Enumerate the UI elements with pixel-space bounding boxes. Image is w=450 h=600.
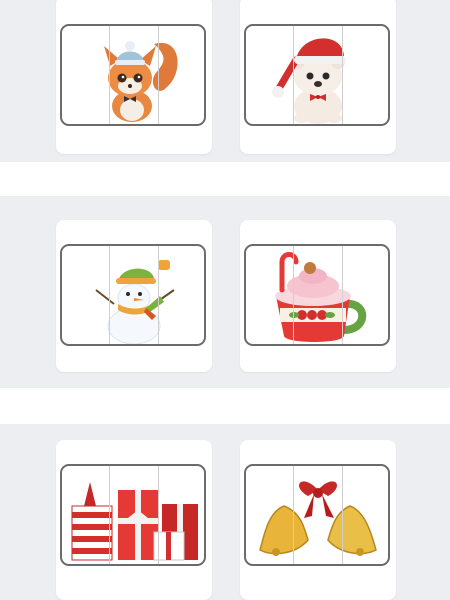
- puzzle-image-frame: [60, 244, 206, 346]
- santa-bear-icon: [272, 38, 346, 124]
- puzzle-card-santa-bear[interactable]: [240, 0, 396, 154]
- puzzle-divider: [109, 246, 110, 344]
- snowman-icon: [95, 260, 175, 344]
- puzzle-image-frame: [244, 464, 390, 566]
- puzzle-divider: [293, 246, 294, 344]
- puzzle-divider: [342, 466, 343, 564]
- puzzle-divider: [109, 466, 110, 564]
- puzzle-card-gift-boxes[interactable]: [56, 440, 212, 600]
- squirrel-icon: [104, 41, 178, 122]
- puzzle-divider: [158, 246, 159, 344]
- puzzle-card-cocoa-mug[interactable]: [240, 220, 396, 372]
- puzzle-card-squirrel[interactable]: [56, 0, 212, 154]
- puzzle-divider: [158, 466, 159, 564]
- puzzle-image-frame: [244, 24, 390, 126]
- puzzle-divider: [109, 26, 110, 124]
- puzzle-divider: [342, 246, 343, 344]
- puzzle-divider: [293, 466, 294, 564]
- puzzle-card-snowman[interactable]: [56, 220, 212, 372]
- puzzle-divider: [293, 26, 294, 124]
- cocoa-mug-icon: [275, 252, 367, 342]
- puzzle-divider: [342, 26, 343, 124]
- puzzle-image-frame: [244, 244, 390, 346]
- bells-icon: [259, 481, 377, 556]
- puzzle-image-frame: [60, 464, 206, 566]
- gift-boxes-icon: [71, 482, 198, 561]
- puzzle-grid-page: [0, 0, 450, 600]
- puzzle-image-frame: [60, 24, 206, 126]
- puzzle-divider: [158, 26, 159, 124]
- puzzle-card-bells[interactable]: [240, 440, 396, 600]
